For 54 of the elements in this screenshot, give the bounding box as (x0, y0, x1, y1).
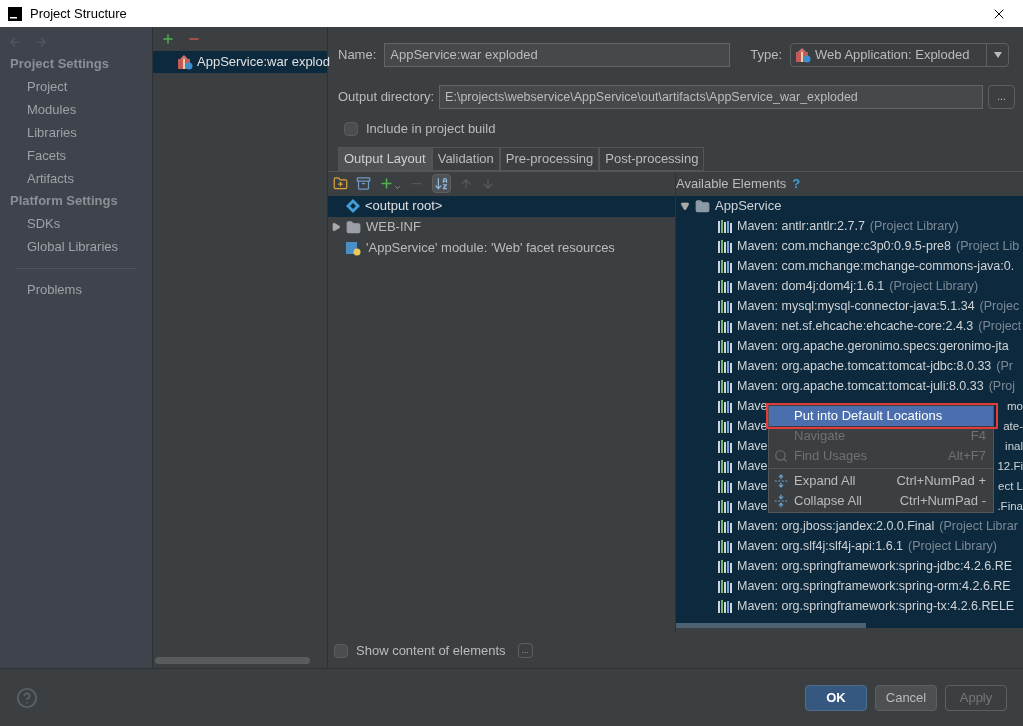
library-label: inal (1005, 438, 1023, 454)
library-scope: (Project Library) (889, 278, 979, 296)
tree-label: 'AppService' module: 'Web' facet resources (366, 239, 615, 258)
window-title: Project Structure (30, 4, 127, 23)
library-scope: (Proj (988, 378, 1016, 396)
library-label: Maven: com.mchange:mchange-commons-java:0. (737, 258, 1015, 276)
menu-label: Expand All (794, 471, 856, 490)
library-label: Maven: dom4j:dom4j:1.6.1 (737, 278, 885, 296)
library-scope: (Projec (979, 298, 1020, 316)
library-scope: (Project (978, 318, 1022, 336)
include-build-label: Include in project build (366, 120, 496, 138)
library-label: Maven: org.springframework:spring-jdbc:4.2.6.RE (737, 558, 1013, 576)
library-label: Maven: com.mchange:c3p0:0.9.5-pre8 (737, 238, 951, 256)
library-label: Mave (737, 398, 768, 416)
library-label: ate- (1003, 418, 1023, 434)
library-label: .Fina (997, 498, 1023, 514)
library-label: ect L (998, 478, 1023, 494)
menu-shortcut: Ctrl+NumPad + (896, 471, 986, 490)
library-label: Mave (737, 498, 768, 516)
tree-label: <output root> (365, 197, 443, 216)
library-label: Maven: org.springframework:spring-tx:4.2.6.RELE (737, 598, 1015, 616)
type-label: Type: (750, 46, 782, 65)
library-scope: (Project Library) (869, 218, 959, 236)
name-label: Name: (338, 46, 377, 65)
tree-label: WEB-INF (366, 218, 421, 237)
library-label: Maven: net.sf.ehcache:ehcache-core:2.4.3 (737, 318, 974, 336)
library-label: 12.Fi (997, 458, 1023, 474)
library-label: Mave (737, 438, 768, 456)
sidebar-heading: Project Settings (9, 55, 110, 73)
library-scope: (Project Lib (956, 238, 1020, 256)
library-label: Maven: mysql:mysql-connector-java:5.1.34 (737, 298, 975, 316)
artifact-label: AppService:war explod (197, 53, 330, 72)
available-elements-title: Available Elements (676, 174, 787, 193)
library-label: Mave (737, 418, 768, 436)
sidebar-heading: Platform Settings (9, 192, 119, 210)
show-content-label: Show content of elements (356, 641, 506, 660)
library-scope: (Project Library) (908, 538, 997, 556)
library-label: Mave (737, 458, 768, 476)
library-label: Maven: org.apache.geronimo.specs:geronimo-jta (737, 338, 1009, 356)
library-scope: (Pr (996, 358, 1013, 376)
menu-shortcut: Ctrl+NumPad - (899, 491, 986, 510)
library-label: Maven: org.springframework:spring-orm:4.2.6.RE (737, 578, 1011, 596)
menu-label: Put into Default Locations (794, 406, 943, 425)
module-label: AppService (715, 197, 782, 216)
library-label: Maven: antlr:antlr:2.7.7 (737, 218, 865, 236)
library-label: Mave (737, 478, 768, 496)
library-label: Maven: org.jboss:jandex:2.0.0.Final (737, 518, 935, 536)
output-directory-label: Output directory: (338, 88, 435, 107)
menu-label: Collapse All (794, 491, 862, 510)
library-label: Maven: org.apache.tomcat:tomcat-juli:8.0.33 (737, 378, 984, 396)
library-label: Maven: org.apache.tomcat:tomcat-jdbc:8.0.33 (737, 358, 992, 376)
library-scope: (Project Librar (939, 518, 1018, 536)
library-label: Maven: org.slf4j:slf4j-api:1.6.1 (737, 538, 904, 556)
library-label: mo (1007, 398, 1023, 414)
